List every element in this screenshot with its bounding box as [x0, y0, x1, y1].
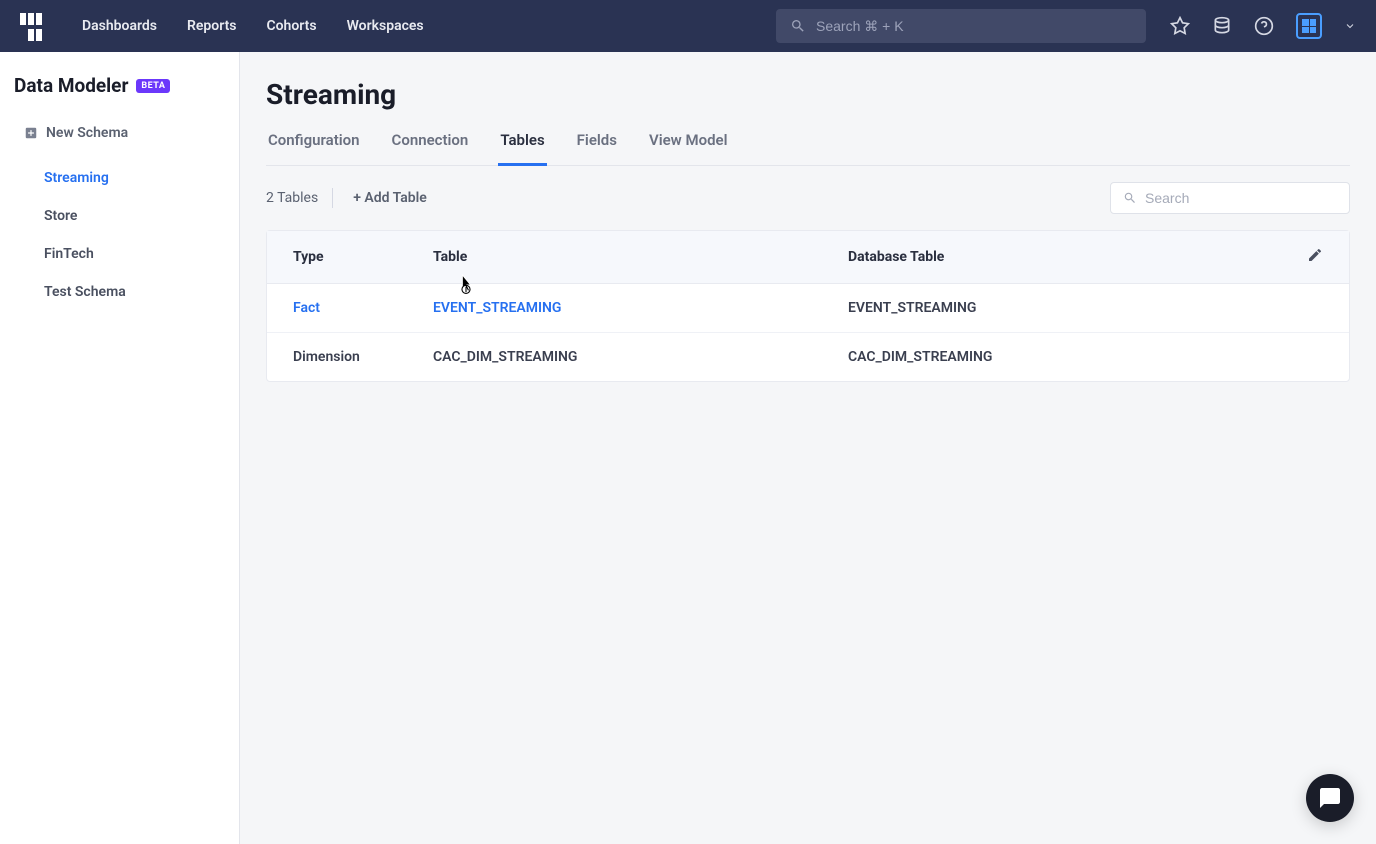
topbar-actions: [1170, 13, 1356, 39]
add-table-button[interactable]: + Add Table: [347, 190, 427, 206]
chevron-down-icon[interactable]: [1344, 20, 1356, 32]
star-icon[interactable]: [1170, 16, 1190, 36]
sidebar-title: Data Modeler BETA: [0, 74, 239, 115]
divider: [332, 188, 333, 208]
search-icon: [1123, 191, 1137, 205]
table-header: Type Table Database Table: [267, 231, 1349, 284]
tabs: Configuration Connection Tables Fields V…: [266, 131, 1350, 166]
main-content: Streaming Configuration Connection Table…: [240, 52, 1376, 844]
app-logo[interactable]: [20, 13, 46, 39]
new-schema-label: New Schema: [46, 125, 128, 141]
chat-button[interactable]: [1306, 774, 1354, 822]
sidebar-item-fintech[interactable]: FinTech: [0, 235, 239, 273]
tab-configuration[interactable]: Configuration: [266, 131, 362, 166]
table-search-input[interactable]: [1145, 190, 1337, 206]
global-search[interactable]: [776, 9, 1146, 43]
page-title: Streaming: [266, 78, 1350, 111]
row-db: CAC_DIM_STREAMING: [848, 349, 1263, 365]
col-table: Table: [433, 249, 848, 265]
edit-icon[interactable]: [1307, 247, 1323, 263]
table-row[interactable]: Fact EVENT_STREAMING EVENT_STREAMING: [267, 284, 1349, 333]
tab-connection[interactable]: Connection: [390, 131, 471, 166]
database-icon[interactable]: [1212, 16, 1232, 36]
new-schema-button[interactable]: New Schema: [0, 115, 239, 151]
sidebar-item-test-schema[interactable]: Test Schema: [0, 273, 239, 311]
row-type: Fact: [293, 300, 433, 316]
chat-icon: [1318, 786, 1342, 810]
nav-workspaces[interactable]: Workspaces: [347, 18, 424, 34]
search-icon: [790, 18, 806, 34]
tables-list: Type Table Database Table Fact EVENT_STR…: [266, 230, 1350, 382]
help-icon[interactable]: [1254, 16, 1274, 36]
row-table: CAC_DIM_STREAMING: [433, 349, 848, 365]
row-table: EVENT_STREAMING: [433, 300, 848, 316]
table-count: 2 Tables: [266, 190, 318, 206]
schema-list: Streaming Store FinTech Test Schema: [0, 159, 239, 311]
row-type: Dimension: [293, 349, 433, 365]
sidebar-item-store[interactable]: Store: [0, 197, 239, 235]
tab-view-model[interactable]: View Model: [647, 131, 730, 166]
nav-links: Dashboards Reports Cohorts Workspaces: [82, 18, 424, 34]
sidebar-title-text: Data Modeler: [14, 74, 128, 97]
row-db: EVENT_STREAMING: [848, 300, 1263, 316]
app-switcher[interactable]: [1296, 13, 1322, 39]
global-search-input[interactable]: [816, 18, 1132, 34]
table-search[interactable]: [1110, 182, 1350, 214]
nav-cohorts[interactable]: Cohorts: [266, 18, 316, 34]
beta-badge: BETA: [136, 79, 170, 93]
table-row[interactable]: Dimension CAC_DIM_STREAMING CAC_DIM_STRE…: [267, 333, 1349, 381]
nav-reports[interactable]: Reports: [187, 18, 237, 34]
col-database-table: Database Table: [848, 249, 1263, 265]
toolbar: 2 Tables + Add Table: [266, 182, 1350, 214]
nav-dashboards[interactable]: Dashboards: [82, 18, 157, 34]
col-type: Type: [293, 249, 433, 265]
top-nav: Dashboards Reports Cohorts Workspaces: [0, 0, 1376, 52]
sidebar: Data Modeler BETA New Schema Streaming S…: [0, 52, 240, 844]
sidebar-item-streaming[interactable]: Streaming: [0, 159, 239, 197]
plus-square-icon: [24, 126, 38, 140]
tab-fields[interactable]: Fields: [575, 131, 619, 166]
tab-tables[interactable]: Tables: [498, 131, 546, 166]
